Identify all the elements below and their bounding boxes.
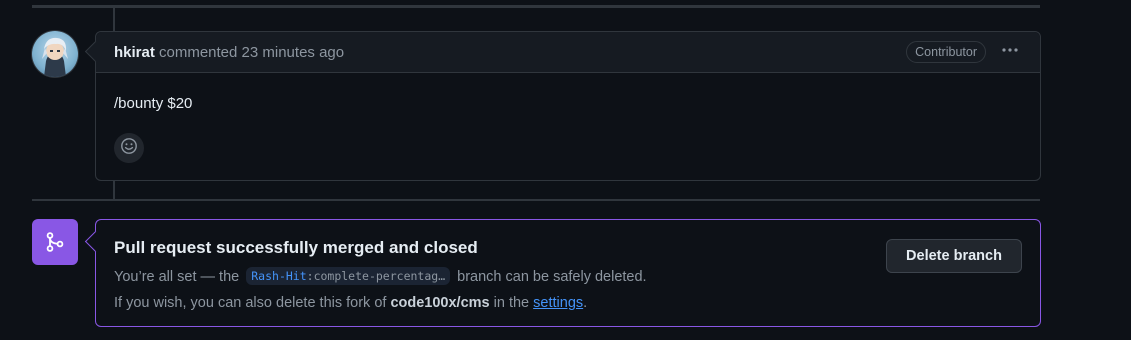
repo-name: code100x/cms: [390, 295, 490, 311]
merge-pointer: [84, 230, 107, 253]
comment-author[interactable]: hkirat: [114, 44, 155, 61]
avatar[interactable]: [32, 31, 78, 77]
add-reaction-button[interactable]: [114, 133, 144, 163]
comment-body: /bounty $20: [114, 95, 193, 112]
merge-title: Pull request successfully merged and clo…: [114, 238, 478, 257]
merge-line2-end: .: [583, 295, 588, 311]
branch-name-chip[interactable]: Rash-Hit:complete-percentag…: [246, 267, 451, 285]
kebab-horizontal-icon[interactable]: [1000, 40, 1020, 65]
git-merge-icon: [32, 219, 78, 265]
merge-line1-suffix: branch can be safely deleted.: [457, 269, 647, 285]
merge-line1-prefix: You’re all set — the: [114, 269, 240, 285]
pr-timeline: hkirat commented 23 minutes ago Contribu…: [0, 0, 1131, 340]
delete-branch-button[interactable]: Delete branch: [886, 239, 1022, 273]
comment-timestamp[interactable]: commented 23 minutes ago: [159, 44, 344, 61]
contributor-badge: Contributor: [906, 41, 986, 63]
merge-status-card: Pull request successfully merged and clo…: [84, 219, 1041, 327]
comment-card: hkirat commented 23 minutes ago Contribu…: [84, 31, 1041, 181]
timeline-divider: [32, 5, 1040, 8]
comment-pointer: [84, 40, 107, 63]
branch-owner: Rash-Hit: [251, 269, 307, 283]
smiley-icon: [120, 137, 138, 160]
settings-link[interactable]: settings: [533, 295, 583, 311]
timeline-connector: [113, 8, 115, 32]
branch-name: :complete-percentag…: [306, 269, 446, 283]
merge-line2-prefix: If you wish, you can also delete this fo…: [114, 295, 387, 311]
merge-fork-message: If you wish, you can also delete this fo…: [114, 295, 587, 311]
comment-header: hkirat commented 23 minutes ago Contribu…: [84, 32, 1040, 73]
timeline-divider: [32, 199, 1040, 201]
timeline-connector: [113, 180, 115, 200]
merge-line2-mid: in the: [493, 295, 530, 311]
merge-branch-message: You’re all set — the Rash-Hit:complete-p…: [114, 267, 647, 285]
